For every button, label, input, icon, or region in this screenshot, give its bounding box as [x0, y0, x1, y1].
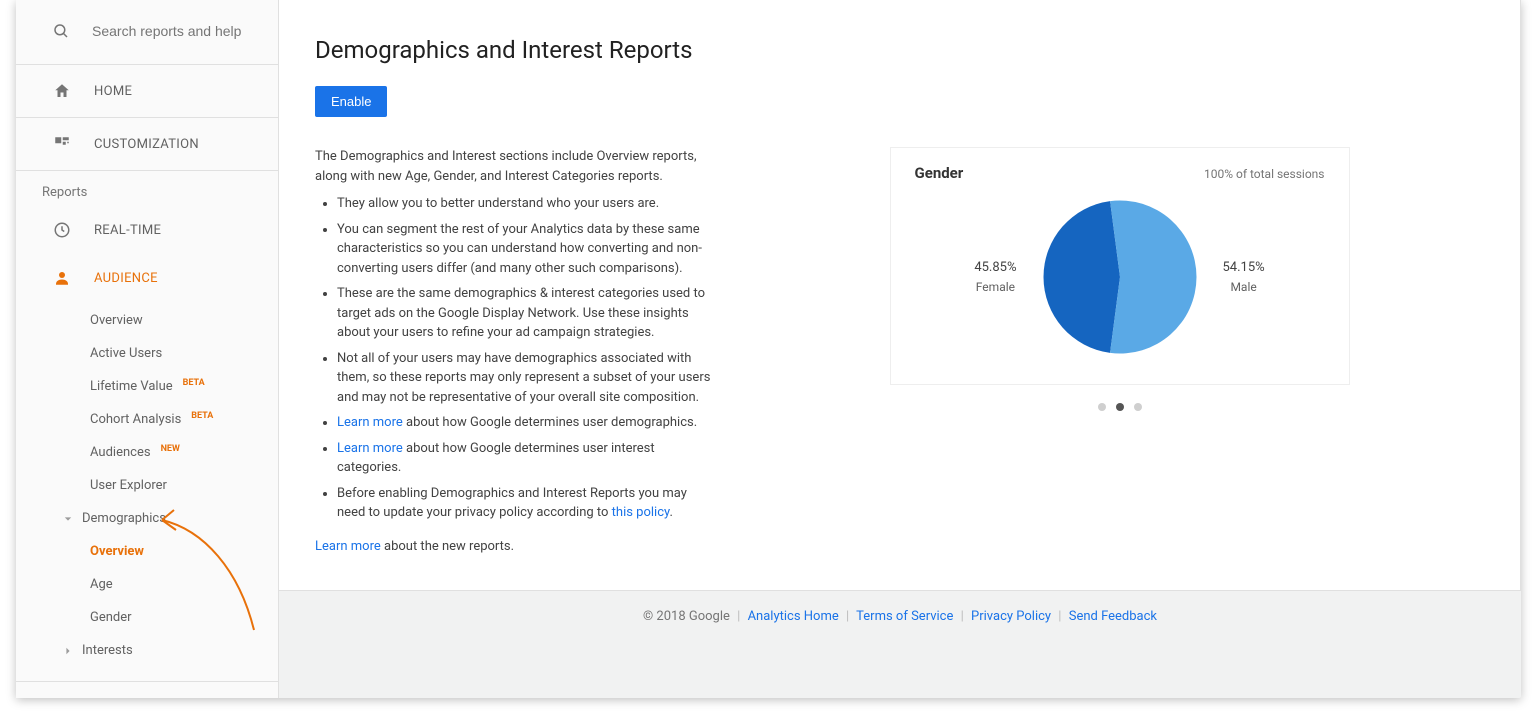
beta-badge: BETA	[191, 411, 213, 421]
bullet: You can segment the rest of your Analyti…	[337, 220, 715, 279]
bullet: They allow you to better understand who …	[337, 194, 715, 214]
sub-cohort[interactable]: Cohort AnalysisBETA	[16, 403, 278, 436]
description-column: The Demographics and Interest sections i…	[315, 147, 715, 562]
footer-link-privacy[interactable]: Privacy Policy	[971, 609, 1051, 624]
clock-icon	[52, 220, 72, 240]
footer-link-feedback[interactable]: Send Feedback	[1069, 609, 1157, 624]
nav-home[interactable]: HOME	[16, 65, 278, 118]
person-icon	[52, 268, 72, 288]
pie-label-female: 45.85% Female	[974, 259, 1016, 296]
copyright: © 2018 Google	[643, 609, 730, 624]
nav-discover[interactable]: DISCOVER	[16, 681, 278, 698]
intro-text: The Demographics and Interest sections i…	[315, 147, 715, 186]
sub-demo-age[interactable]: Age	[16, 568, 278, 601]
nav-audience[interactable]: AUDIENCE	[16, 254, 278, 302]
chart-title: Gender	[915, 164, 964, 182]
nav-home-label: HOME	[94, 84, 132, 99]
bullet: Learn more about the new reports.	[315, 529, 715, 557]
main: Demographics and Interest Reports Enable…	[279, 0, 1521, 698]
policy-link[interactable]: this policy	[612, 505, 670, 520]
enable-button[interactable]: Enable	[315, 86, 387, 117]
sub-overview[interactable]: Overview	[16, 304, 278, 337]
chevron-right-icon	[64, 647, 72, 655]
sub-demo-gender[interactable]: Gender	[16, 601, 278, 634]
sub-active-users[interactable]: Active Users	[16, 337, 278, 370]
chart-subtitle: 100% of total sessions	[1204, 167, 1325, 181]
search-row	[16, 0, 278, 65]
nav-customization-label: CUSTOMIZATION	[94, 137, 199, 152]
chevron-down-icon	[64, 515, 72, 523]
bullet-list: They allow you to better understand who …	[315, 194, 715, 556]
nav-realtime-label: REAL-TIME	[94, 223, 161, 238]
pie-label-male: 54.15% Male	[1223, 259, 1265, 296]
footer-link-home[interactable]: Analytics Home	[748, 609, 839, 624]
bullet: These are the same demographics & intere…	[337, 284, 715, 343]
dashboard-icon	[52, 134, 72, 154]
carousel-dot[interactable]	[1134, 403, 1142, 411]
nav-audience-label: AUDIENCE	[94, 271, 158, 286]
home-icon	[52, 81, 72, 101]
sub-user-explorer[interactable]: User Explorer	[16, 469, 278, 502]
carousel-dot[interactable]	[1098, 403, 1106, 411]
sub-audiences[interactable]: AudiencesNEW	[16, 436, 278, 469]
sub-lifetime-value[interactable]: Lifetime ValueBETA	[16, 370, 278, 403]
bullet: Learn more about how Google determines u…	[337, 413, 715, 433]
search-input[interactable]	[90, 22, 275, 40]
new-badge: NEW	[161, 444, 180, 454]
chart-column: Gender 100% of total sessions 45.85% Fem…	[755, 147, 1484, 562]
sub-demographics[interactable]: Demographics	[16, 502, 278, 535]
bullet: Not all of your users may have demograph…	[337, 349, 715, 408]
learn-more-link[interactable]: Learn more	[337, 415, 403, 430]
pie-chart	[1035, 192, 1205, 362]
gender-chart-panel: Gender 100% of total sessions 45.85% Fem…	[890, 147, 1350, 385]
carousel-dot[interactable]	[1116, 403, 1124, 411]
footer: © 2018 Google | Analytics Home | Terms o…	[279, 591, 1521, 642]
reports-section-label: Reports	[16, 171, 278, 206]
page-title: Demographics and Interest Reports	[315, 36, 1484, 64]
footer-link-tos[interactable]: Terms of Service	[856, 609, 953, 624]
audience-sublist: Overview Active Users Lifetime ValueBETA…	[16, 302, 278, 681]
learn-more-link[interactable]: Learn more	[337, 441, 403, 456]
nav-realtime[interactable]: REAL-TIME	[16, 206, 278, 254]
learn-more-link[interactable]: Learn more	[315, 539, 381, 554]
bullet: Before enabling Demographics and Interes…	[337, 484, 715, 523]
sub-interests[interactable]: Interests	[16, 634, 278, 667]
carousel-dots	[1098, 403, 1142, 411]
sub-demo-overview[interactable]: Overview	[16, 535, 278, 568]
content-card: Demographics and Interest Reports Enable…	[279, 0, 1521, 591]
sidebar: HOME CUSTOMIZATION Reports REAL-TIME AUD…	[16, 0, 279, 698]
nav-customization[interactable]: CUSTOMIZATION	[16, 118, 278, 171]
search-icon	[52, 22, 70, 40]
bullet: Learn more about how Google determines u…	[337, 439, 715, 478]
beta-badge: BETA	[183, 378, 205, 388]
